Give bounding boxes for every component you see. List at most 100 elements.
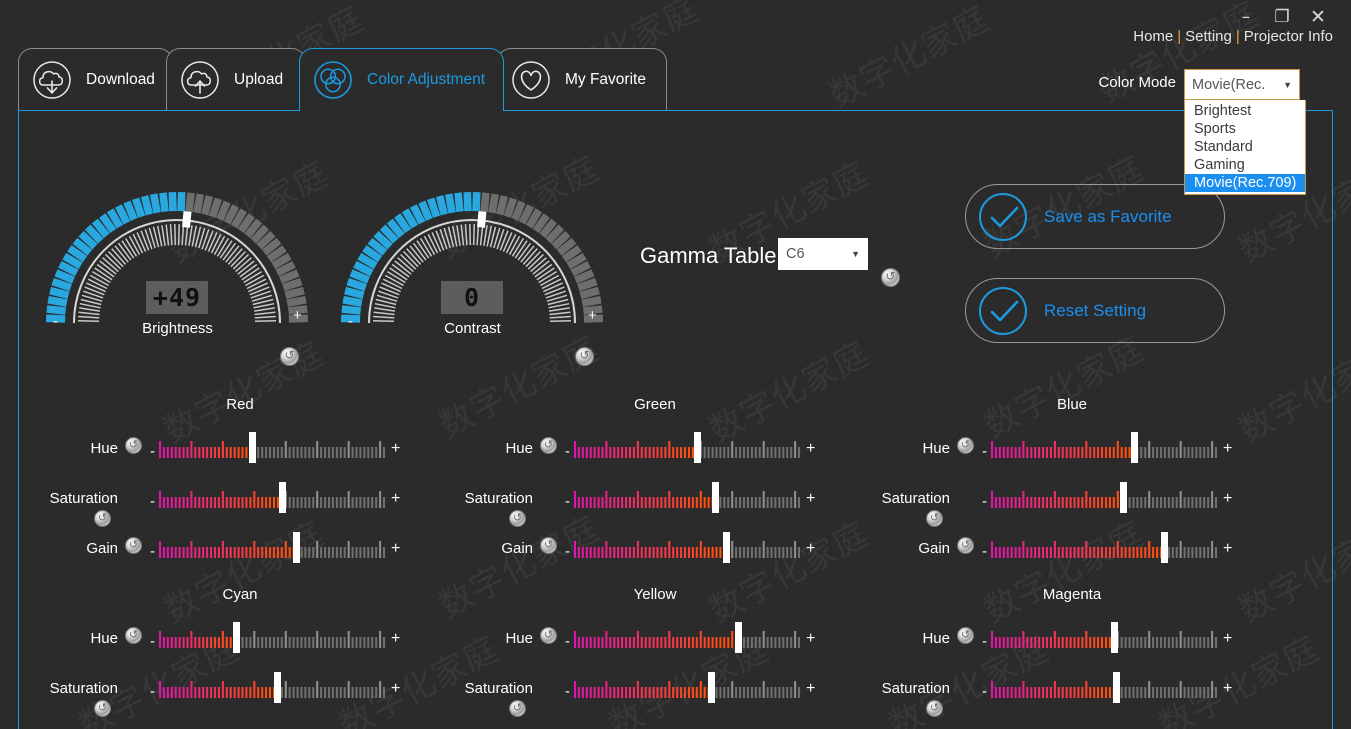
slider-track[interactable] (158, 432, 386, 463)
slider-reset-knob[interactable] (957, 536, 974, 554)
menu-item-setting[interactable]: Setting (1185, 28, 1232, 45)
slider-plus-button[interactable]: + (806, 680, 815, 698)
slider-track[interactable] (990, 482, 1218, 513)
slider-minus-button[interactable]: - (982, 443, 987, 460)
color-mode-option[interactable]: Sports (1185, 120, 1305, 138)
gamma-table-select[interactable]: C6 ▼ (778, 238, 868, 270)
slider-plus-button[interactable]: + (806, 630, 815, 648)
minimize-icon[interactable]: – (1231, 4, 1261, 30)
color-mode-dropdown-list[interactable]: Brightest Sports Standard Gaming Movie(Rec.7… (1184, 100, 1306, 195)
slider-minus-button[interactable]: - (565, 683, 570, 700)
menu-item-home[interactable]: Home (1133, 28, 1173, 45)
color-mode-option[interactable]: Brightest (1185, 102, 1305, 120)
slider-minus-button[interactable]: - (565, 443, 570, 460)
slider-track[interactable] (158, 532, 386, 563)
slider-plus-button[interactable]: + (1223, 680, 1232, 698)
gauge-reset-knob[interactable] (280, 346, 299, 366)
slider-plus-button[interactable]: + (806, 540, 815, 558)
slider-reset-knob[interactable] (125, 536, 142, 554)
slider-track[interactable] (158, 622, 386, 653)
reset-setting-button[interactable]: Reset Setting (965, 278, 1225, 343)
slider-plus-button[interactable]: + (1223, 490, 1232, 508)
gauge-reset-knob[interactable] (575, 346, 594, 366)
slider-reset-knob[interactable] (926, 699, 943, 717)
slider-track[interactable] (573, 532, 801, 563)
close-icon[interactable]: ✕ (1303, 4, 1333, 30)
slider-thumb[interactable] (1161, 532, 1168, 563)
slider-minus-button[interactable]: - (982, 543, 987, 560)
slider-minus-button[interactable]: - (982, 633, 987, 650)
slider-thumb[interactable] (279, 482, 286, 513)
slider-track[interactable] (990, 532, 1218, 563)
color-mode-select[interactable]: Movie(Rec. ▼ (1184, 69, 1300, 100)
slider-minus-button[interactable]: - (150, 443, 155, 460)
gamma-reset-knob[interactable] (881, 267, 900, 287)
slider-plus-button[interactable]: + (1223, 630, 1232, 648)
slider-minus-button[interactable]: - (565, 493, 570, 510)
slider-reset-knob[interactable] (509, 699, 526, 717)
slider-thumb[interactable] (708, 672, 715, 703)
slider-reset-knob[interactable] (94, 509, 111, 527)
slider-minus-button[interactable]: - (565, 543, 570, 560)
slider-minus-button[interactable]: - (565, 633, 570, 650)
slider-thumb[interactable] (694, 432, 701, 463)
slider-thumb[interactable] (723, 532, 730, 563)
slider-plus-button[interactable]: + (1223, 540, 1232, 558)
slider-track[interactable] (158, 672, 386, 703)
slider-track[interactable] (573, 482, 801, 513)
slider-reset-knob[interactable] (125, 436, 142, 454)
tab-upload[interactable]: Upload (166, 48, 306, 111)
tab-download[interactable]: Download (18, 48, 173, 111)
slider-track[interactable] (990, 672, 1218, 703)
slider-plus-button[interactable]: + (391, 680, 400, 698)
slider-thumb[interactable] (712, 482, 719, 513)
color-mode-option[interactable]: Movie(Rec.709) (1185, 174, 1305, 192)
slider-plus-button[interactable]: + (391, 490, 400, 508)
slider-reset-knob[interactable] (540, 436, 557, 454)
menu-item-projector-info[interactable]: Projector Info (1244, 28, 1333, 45)
slider-thumb[interactable] (249, 432, 256, 463)
slider-minus-button[interactable]: - (150, 543, 155, 560)
slider-minus-button[interactable]: - (150, 633, 155, 650)
gauge-brightness[interactable]: - + +49 Brightness (45, 175, 345, 365)
slider-reset-knob[interactable] (957, 626, 974, 644)
slider-reset-knob[interactable] (125, 626, 142, 644)
slider-reset-knob[interactable] (509, 509, 526, 527)
slider-reset-knob[interactable] (540, 626, 557, 644)
slider-thumb[interactable] (274, 672, 281, 703)
slider-plus-button[interactable]: + (1223, 440, 1232, 458)
gauge-contrast[interactable]: - +0 Contrast (340, 175, 640, 365)
slider-minus-button[interactable]: - (982, 493, 987, 510)
tab-my-favorite[interactable]: My Favorite (497, 48, 667, 111)
top-menu: Home | Setting | Projector Info (1133, 28, 1333, 45)
slider-thumb[interactable] (1111, 622, 1118, 653)
slider-track[interactable] (990, 622, 1218, 653)
color-mode-option[interactable]: Gaming (1185, 156, 1305, 174)
color-mode-option[interactable]: Standard (1185, 138, 1305, 156)
slider-reset-knob[interactable] (94, 699, 111, 717)
restore-icon[interactable]: ❐ (1267, 4, 1297, 30)
slider-minus-button[interactable]: - (982, 683, 987, 700)
slider-minus-button[interactable]: - (150, 683, 155, 700)
slider-thumb[interactable] (1120, 482, 1127, 513)
slider-plus-button[interactable]: + (391, 540, 400, 558)
slider-thumb[interactable] (293, 532, 300, 563)
slider-reset-knob[interactable] (957, 436, 974, 454)
slider-plus-button[interactable]: + (391, 630, 400, 648)
slider-thumb[interactable] (735, 622, 742, 653)
tab-color-adjustment[interactable]: Color Adjustment (299, 48, 504, 111)
slider-plus-button[interactable]: + (391, 440, 400, 458)
slider-reset-knob[interactable] (540, 536, 557, 554)
slider-thumb[interactable] (1131, 432, 1138, 463)
slider-plus-button[interactable]: + (806, 490, 815, 508)
slider-minus-button[interactable]: - (150, 493, 155, 510)
slider-thumb[interactable] (1113, 672, 1120, 703)
slider-reset-knob[interactable] (926, 509, 943, 527)
slider-thumb[interactable] (233, 622, 240, 653)
slider-track[interactable] (573, 432, 801, 463)
slider-track[interactable] (990, 432, 1218, 463)
slider-track[interactable] (573, 622, 801, 653)
slider-track[interactable] (573, 672, 801, 703)
slider-plus-button[interactable]: + (806, 440, 815, 458)
slider-track[interactable] (158, 482, 386, 513)
